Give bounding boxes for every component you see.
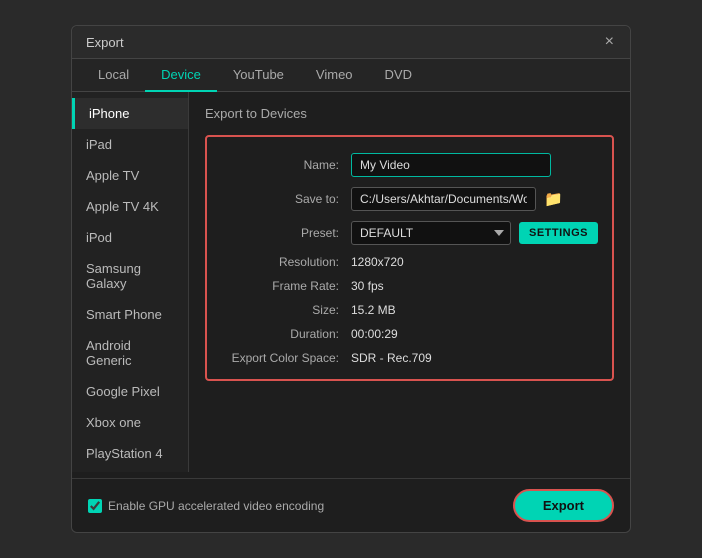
save-to-input[interactable] bbox=[351, 187, 536, 211]
dialog-titlebar: Export × bbox=[72, 26, 630, 59]
tab-bar: Local Device YouTube Vimeo DVD bbox=[72, 59, 630, 92]
sidebar-item-psp[interactable]: PSP bbox=[72, 469, 188, 472]
color-space-row: Export Color Space: SDR - Rec.709 bbox=[221, 351, 598, 365]
main-panel: Export to Devices Name: Save to: 📁 bbox=[189, 92, 630, 472]
sidebar-item-apple-tv[interactable]: Apple TV bbox=[72, 160, 188, 191]
duration-row: Duration: 00:00:29 bbox=[221, 327, 598, 341]
tab-device[interactable]: Device bbox=[145, 59, 217, 92]
form-area: Name: Save to: 📁 Preset: DEFA bbox=[205, 135, 614, 381]
gpu-label: Enable GPU accelerated video encoding bbox=[108, 499, 324, 513]
export-button[interactable]: Export bbox=[513, 489, 614, 522]
device-sidebar: iPhone iPad Apple TV Apple TV 4K iPod Sa… bbox=[72, 92, 189, 472]
size-label: Size: bbox=[221, 303, 351, 317]
size-row: Size: 15.2 MB bbox=[221, 303, 598, 317]
preset-label: Preset: bbox=[221, 226, 351, 240]
resolution-label: Resolution: bbox=[221, 255, 351, 269]
sidebar-item-samsung-galaxy[interactable]: Samsung Galaxy bbox=[72, 253, 188, 299]
color-space-value: SDR - Rec.709 bbox=[351, 351, 432, 365]
save-to-controls: 📁 bbox=[351, 187, 565, 211]
folder-button[interactable]: 📁 bbox=[542, 190, 565, 208]
sidebar-item-ipad[interactable]: iPad bbox=[72, 129, 188, 160]
export-dialog: Export × Local Device YouTube Vimeo DVD … bbox=[71, 25, 631, 533]
sidebar-item-xbox-one[interactable]: Xbox one bbox=[72, 407, 188, 438]
preset-row: Preset: DEFAULT SETTINGS bbox=[221, 221, 598, 245]
close-button[interactable]: × bbox=[603, 34, 616, 50]
sidebar-item-ipod[interactable]: iPod bbox=[72, 222, 188, 253]
settings-button[interactable]: SETTINGS bbox=[519, 222, 598, 244]
name-row: Name: bbox=[221, 153, 598, 177]
sidebar-item-playstation-4[interactable]: PlayStation 4 bbox=[72, 438, 188, 469]
dialog-footer: Enable GPU accelerated video encoding Ex… bbox=[72, 478, 630, 532]
tab-local[interactable]: Local bbox=[82, 59, 145, 92]
size-value: 15.2 MB bbox=[351, 303, 396, 317]
resolution-value: 1280x720 bbox=[351, 255, 404, 269]
frame-rate-value: 30 fps bbox=[351, 279, 384, 293]
save-to-row: Save to: 📁 bbox=[221, 187, 598, 211]
name-input[interactable] bbox=[351, 153, 551, 177]
tab-youtube[interactable]: YouTube bbox=[217, 59, 300, 92]
sidebar-item-android-generic[interactable]: Android Generic bbox=[72, 330, 188, 376]
color-space-label: Export Color Space: bbox=[221, 351, 351, 365]
tab-dvd[interactable]: DVD bbox=[369, 59, 428, 92]
dialog-title: Export bbox=[86, 35, 124, 50]
sidebar-item-apple-tv-4k[interactable]: Apple TV 4K bbox=[72, 191, 188, 222]
dialog-content: iPhone iPad Apple TV Apple TV 4K iPod Sa… bbox=[72, 92, 630, 472]
preset-controls: DEFAULT SETTINGS bbox=[351, 221, 598, 245]
gpu-option-row: Enable GPU accelerated video encoding bbox=[88, 499, 324, 513]
sidebar-item-smart-phone[interactable]: Smart Phone bbox=[72, 299, 188, 330]
duration-label: Duration: bbox=[221, 327, 351, 341]
resolution-row: Resolution: 1280x720 bbox=[221, 255, 598, 269]
duration-value: 00:00:29 bbox=[351, 327, 398, 341]
gpu-checkbox[interactable] bbox=[88, 499, 102, 513]
sidebar-item-google-pixel[interactable]: Google Pixel bbox=[72, 376, 188, 407]
preset-select[interactable]: DEFAULT bbox=[351, 221, 511, 245]
save-to-label: Save to: bbox=[221, 192, 351, 206]
frame-rate-label: Frame Rate: bbox=[221, 279, 351, 293]
sidebar-item-iphone[interactable]: iPhone bbox=[72, 98, 188, 129]
section-title: Export to Devices bbox=[205, 106, 614, 121]
name-label: Name: bbox=[221, 158, 351, 172]
tab-vimeo[interactable]: Vimeo bbox=[300, 59, 369, 92]
frame-rate-row: Frame Rate: 30 fps bbox=[221, 279, 598, 293]
